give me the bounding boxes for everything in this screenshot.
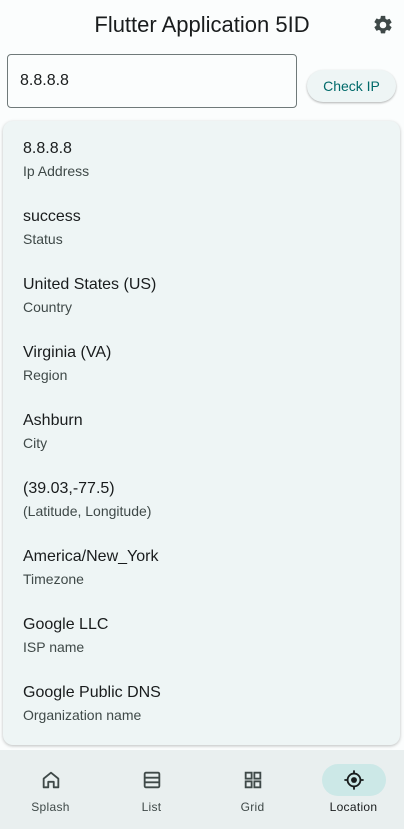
ip-results-card: 8.8.8.8 Ip Address success Status United…	[3, 121, 400, 745]
gear-icon[interactable]	[372, 14, 394, 36]
result-city: Ashburn City	[23, 411, 83, 453]
result-value: United States (US)	[23, 276, 157, 293]
nav-label: Grid	[240, 800, 265, 814]
result-label: City	[23, 435, 48, 451]
result-ip-address: 8.8.8.8 Ip Address	[23, 139, 89, 181]
result-status: success Status	[23, 207, 81, 249]
result-label: Timezone	[23, 571, 84, 587]
ip-address-input[interactable]	[7, 54, 297, 108]
check-ip-button[interactable]: Check IP	[307, 70, 396, 102]
page-title: Flutter Application 5ID	[94, 12, 310, 37]
result-value: Google LLC	[23, 616, 109, 633]
result-label: Organization name	[23, 707, 142, 723]
result-label: Region	[23, 367, 68, 383]
nav-label: Location	[329, 800, 378, 814]
result-value: (39.03,-77.5)	[23, 480, 115, 497]
home-icon	[42, 771, 59, 789]
result-country: United States (US) Country	[23, 275, 156, 317]
result-label: (Latitude, Longitude)	[23, 503, 152, 519]
location-target-icon	[343, 770, 364, 790]
nav-label: List	[141, 800, 162, 814]
result-value: Google Public DNS	[23, 684, 161, 701]
result-isp-name: Google LLC ISP name	[23, 615, 108, 657]
nav-item-splash[interactable]: Splash	[0, 750, 101, 829]
nav-item-list[interactable]: List	[101, 750, 202, 829]
nav-item-grid[interactable]: Grid	[202, 750, 303, 829]
app-bar: Flutter Application 5ID	[0, 0, 404, 52]
result-value: success	[23, 208, 81, 225]
result-organization-name: Google Public DNS Organization name	[23, 683, 161, 725]
result-label: Status	[23, 231, 63, 247]
result-value: America/New_York	[23, 548, 159, 565]
nav-item-location[interactable]: Location	[303, 750, 404, 829]
list-icon	[143, 771, 160, 789]
result-label: Ip Address	[23, 163, 90, 179]
result-coordinates: (39.03,-77.5) (Latitude, Longitude)	[23, 479, 151, 521]
nav-label: Splash	[31, 800, 70, 814]
bottom-navigation-bar: Splash List Grid Location	[0, 750, 404, 829]
result-value: Ashburn	[23, 412, 83, 429]
result-timezone: America/New_York Timezone	[23, 547, 158, 589]
result-region: Virginia (VA) Region	[23, 343, 111, 385]
result-label: ISP name	[23, 639, 85, 655]
result-value: 8.8.8.8	[23, 140, 72, 157]
result-label: Country	[23, 299, 73, 315]
result-value: Virginia (VA)	[23, 344, 112, 361]
grid-icon	[244, 771, 261, 789]
